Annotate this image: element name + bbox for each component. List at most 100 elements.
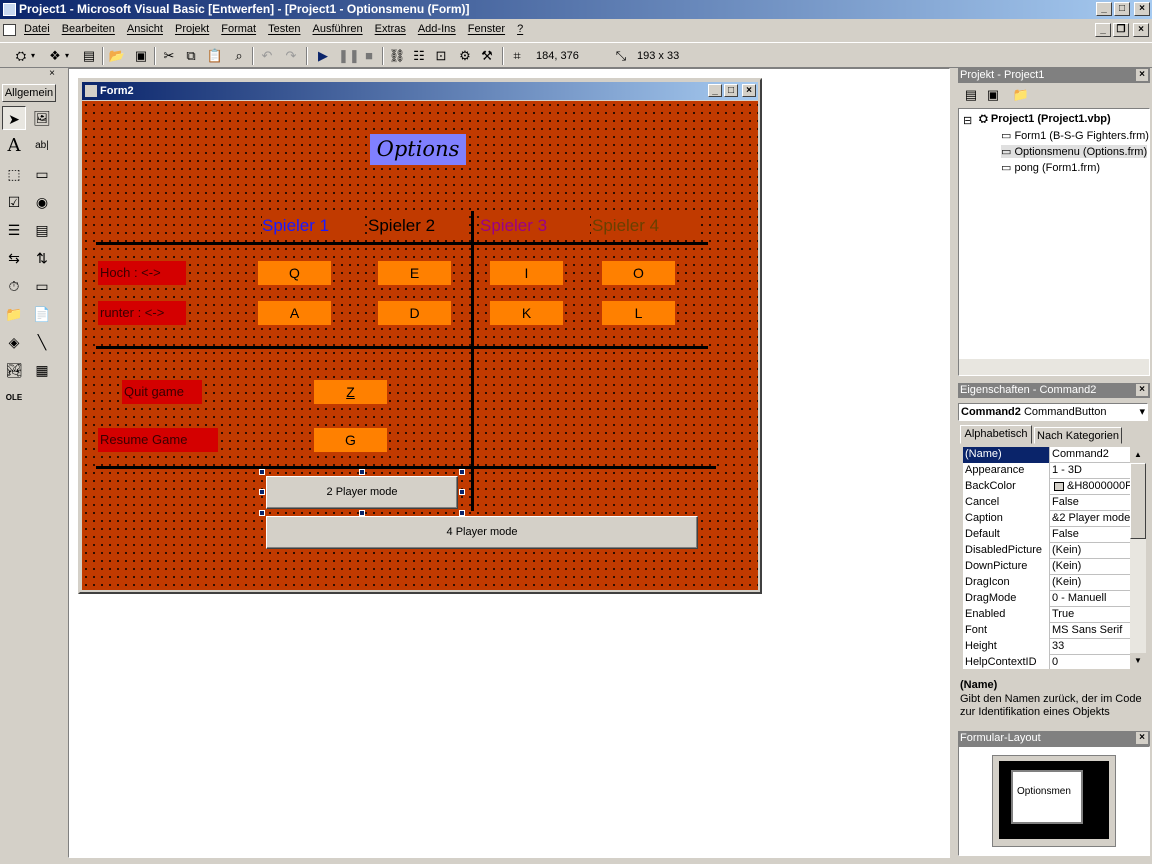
property-row[interactable]: DisabledPicture (Kein) [963, 543, 1130, 559]
document-icon[interactable] [3, 24, 16, 36]
property-row[interactable]: Caption &2 Player mode [963, 511, 1130, 527]
redo-icon[interactable]: ↷ [282, 47, 300, 65]
toolbox-tab-allgemein[interactable]: Allgemein [2, 84, 56, 102]
mdi-minimize-button[interactable]: _ [1095, 23, 1111, 37]
property-row[interactable]: Appearance 1 - 3D [963, 463, 1130, 479]
player4-label[interactable]: Spieler 4 [592, 214, 700, 238]
combobox-tool-icon[interactable]: ☰ [2, 218, 26, 242]
divider-line[interactable] [96, 346, 708, 349]
property-row[interactable]: Enabled True [963, 607, 1130, 623]
label-tool-icon[interactable]: A [2, 134, 26, 158]
menu-addins[interactable]: Add-Ins [418, 23, 456, 35]
save-project-icon[interactable]: ▣ [132, 47, 150, 65]
player2-down-key[interactable]: D [378, 301, 451, 325]
player3-up-key[interactable]: I [490, 261, 563, 285]
property-value[interactable]: (Kein) [1051, 543, 1130, 559]
menu-projekt[interactable]: Projekt [175, 23, 209, 35]
pointer-tool-icon[interactable]: ➤ [2, 106, 26, 130]
textbox-tool-icon[interactable]: ab| [30, 134, 54, 158]
resize-handle[interactable] [459, 469, 465, 475]
menu-ausfuehren[interactable]: Ausführen [313, 23, 363, 35]
properties-window-icon[interactable]: ☷ [410, 47, 428, 65]
property-row[interactable]: Default False [963, 527, 1130, 543]
property-value[interactable]: MS Sans Serif [1051, 623, 1130, 639]
line-tool-icon[interactable]: ╲ [30, 330, 54, 354]
player4-down-key[interactable]: L [602, 301, 675, 325]
timer-tool-icon[interactable]: ⏱ [2, 274, 26, 298]
find-icon[interactable]: ⌕ [230, 47, 248, 65]
mdi-close-button[interactable]: × [1133, 23, 1149, 37]
menu-fenster[interactable]: Fenster [468, 23, 505, 35]
toggle-folders-icon[interactable]: 📁 [1012, 86, 1030, 104]
commandbutton-tool-icon[interactable]: ▭ [30, 162, 54, 186]
hscrollbar-tool-icon[interactable]: ⇆ [2, 246, 26, 270]
chevron-down-icon[interactable]: ▾ [1139, 404, 1145, 420]
stop-icon[interactable]: ■ [360, 47, 378, 65]
tree-item-pong[interactable]: ▭ pong (Form1.frm) [1001, 161, 1100, 174]
menu-editor-icon[interactable]: ▤ [80, 47, 98, 65]
close-icon[interactable]: × [1136, 69, 1148, 81]
cut-icon[interactable]: ✂ [160, 47, 178, 65]
player1-up-key[interactable]: Q [258, 261, 331, 285]
dropdown-arrow-icon[interactable]: ▾ [28, 47, 38, 65]
open-project-icon[interactable]: 📂 [108, 47, 126, 65]
picturebox-tool-icon[interactable]: 🖼 [30, 106, 54, 130]
property-row[interactable]: DragIcon (Kein) [963, 575, 1130, 591]
property-row[interactable]: Height 33 [963, 639, 1130, 655]
divider-line[interactable] [96, 466, 716, 469]
property-value[interactable]: 1 - 3D [1051, 463, 1130, 479]
dirlistbox-tool-icon[interactable]: 📁 [2, 302, 26, 326]
property-row[interactable]: DownPicture (Kein) [963, 559, 1130, 575]
tab-alphabetisch[interactable]: Alphabetisch [960, 425, 1032, 444]
menu-format[interactable]: Format [221, 23, 256, 35]
menu-extras[interactable]: Extras [375, 23, 406, 35]
form-layout-icon[interactable]: ⊡ [432, 47, 450, 65]
properties-vertical-scrollbar[interactable]: ▲ ▼ [1130, 447, 1146, 669]
resize-handle[interactable] [359, 510, 365, 516]
property-value[interactable]: &H8000000F [1051, 479, 1130, 495]
divider-line[interactable] [96, 242, 708, 245]
resize-handle[interactable] [459, 489, 465, 495]
toolbox-icon[interactable]: ⚒ [478, 47, 496, 65]
mdi-restore-button[interactable]: ❐ [1113, 23, 1129, 37]
resize-handle[interactable] [259, 510, 265, 516]
form-maximize-button[interactable]: □ [724, 84, 738, 97]
project-explorer-icon[interactable]: ⛓ [388, 47, 406, 65]
object-browser-icon[interactable]: ⚙ [456, 47, 474, 65]
close-icon[interactable]: × [1136, 732, 1148, 744]
image-tool-icon[interactable]: 🏞 [2, 358, 26, 382]
property-value[interactable]: 0 [1051, 655, 1130, 669]
player3-down-key[interactable]: K [490, 301, 563, 325]
listbox-tool-icon[interactable]: ▤ [30, 218, 54, 242]
data-tool-icon[interactable]: ▦ [30, 358, 54, 382]
tree-item-project1[interactable]: ⛭ Project1 (Project1.vbp) [979, 113, 1111, 126]
up-key-label[interactable]: Hoch : <-> [98, 261, 186, 285]
minimize-button[interactable]: _ [1096, 2, 1112, 16]
view-object-icon[interactable]: ▣ [984, 86, 1002, 104]
dropdown-arrow-icon[interactable]: ▾ [62, 47, 72, 65]
property-value[interactable]: &2 Player mode [1051, 511, 1130, 527]
maximize-button[interactable]: □ [1114, 2, 1130, 16]
resize-handle[interactable] [459, 510, 465, 516]
property-value[interactable]: 33 [1051, 639, 1130, 655]
start-icon[interactable]: ▶ [314, 47, 332, 65]
scroll-up-icon[interactable]: ▲ [1130, 447, 1146, 463]
property-row[interactable]: (Name) Command2 [963, 447, 1130, 463]
player2-up-key[interactable]: E [378, 261, 451, 285]
paste-icon[interactable]: 📋 [206, 47, 224, 65]
property-value[interactable]: (Kein) [1051, 575, 1130, 591]
scroll-thumb[interactable] [1130, 463, 1146, 539]
four-player-mode-button[interactable]: 4 Player mode [266, 516, 698, 549]
down-key-label[interactable]: runter : <-> [98, 301, 186, 325]
property-value[interactable]: Command2 [1051, 447, 1130, 463]
pause-icon[interactable]: ❚❚ [338, 47, 360, 65]
frame-tool-icon[interactable]: ⬚ [2, 162, 26, 186]
menu-testen[interactable]: Testen [268, 23, 300, 35]
property-row[interactable]: BackColor &H8000000F [963, 479, 1130, 495]
options-label[interactable]: Options [370, 134, 466, 165]
property-value[interactable]: (Kein) [1051, 559, 1130, 575]
player2-label[interactable]: Spieler 2 [368, 214, 468, 238]
object-selector[interactable]: Command2 CommandButton ▾ [958, 403, 1148, 421]
view-code-icon[interactable]: ▤ [962, 86, 980, 104]
close-icon[interactable]: × [46, 68, 58, 80]
